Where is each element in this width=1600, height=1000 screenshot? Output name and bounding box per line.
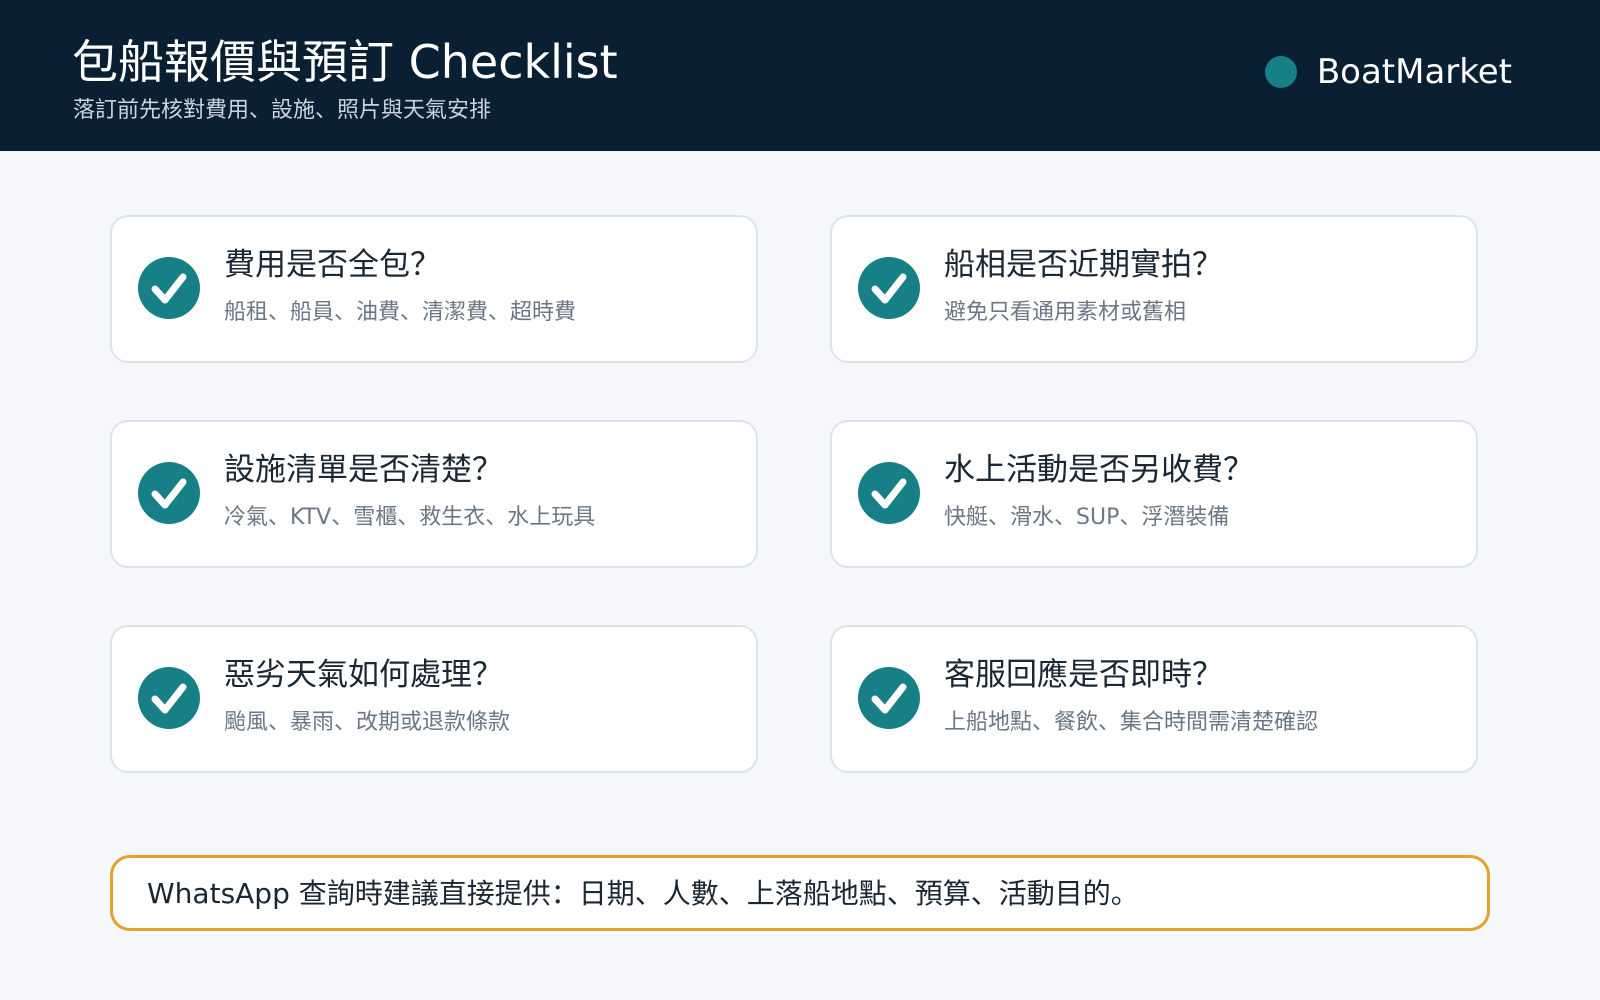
checklist-item-fees: 費用是否全包？ 船租、船員、油費、清潔費、超時費 bbox=[110, 215, 758, 363]
check-circle-icon bbox=[858, 257, 920, 319]
check-circle-icon bbox=[138, 667, 200, 729]
check-circle-icon bbox=[138, 462, 200, 524]
page-subtitle: 落訂前先核對費用、設施、照片與天氣安排 bbox=[73, 98, 492, 123]
checklist-item-title: 費用是否全包？ bbox=[224, 247, 441, 283]
header-bar: 包船報價與預訂 Checklist 落訂前先核對費用、設施、照片與天氣安排 Bo… bbox=[0, 0, 1600, 151]
checklist-item-desc: 船租、船員、油費、清潔費、超時費 bbox=[224, 300, 577, 325]
checklist-item-title: 惡劣天氣如何處理？ bbox=[224, 657, 503, 693]
checklist-item-title: 設施清單是否清楚？ bbox=[224, 452, 503, 488]
brand-dot-icon bbox=[1264, 56, 1297, 88]
checklist-item-desc: 颱風、暴雨、改期或退款條款 bbox=[224, 710, 511, 735]
checklist-item-desc: 冷氣、KTV、雪櫃、救生衣、水上玩具 bbox=[224, 505, 596, 530]
checklist-item-water-activities: 水上活動是否另收費？ 快艇、滑水、SUP、浮潛裝備 bbox=[830, 420, 1478, 568]
checklist-item-desc: 快艇、滑水、SUP、浮潛裝備 bbox=[944, 505, 1230, 530]
checklist-item-facilities: 設施清單是否清楚？ 冷氣、KTV、雪櫃、救生衣、水上玩具 bbox=[110, 420, 758, 568]
brand-name: BoatMarket bbox=[1316, 52, 1512, 92]
whatsapp-tip-box: WhatsApp 查詢時建議直接提供：日期、人數、上落船地點、預算、活動目的。 bbox=[110, 855, 1490, 931]
checklist-item-weather: 惡劣天氣如何處理？ 颱風、暴雨、改期或退款條款 bbox=[110, 625, 758, 773]
checklist-item-title: 船相是否近期實拍？ bbox=[944, 247, 1223, 283]
check-circle-icon bbox=[858, 667, 920, 729]
checklist-item-photos: 船相是否近期實拍？ 避免只看通用素材或舊相 bbox=[830, 215, 1478, 363]
checklist-item-support: 客服回應是否即時？ 上船地點、餐飲、集合時間需清楚確認 bbox=[830, 625, 1478, 773]
checklist-item-desc: 上船地點、餐飲、集合時間需清楚確認 bbox=[944, 710, 1319, 735]
brand-logo: BoatMarket bbox=[1264, 48, 1512, 96]
check-circle-icon bbox=[858, 462, 920, 524]
page-title: 包船報價與預訂 Checklist bbox=[72, 35, 618, 89]
checklist-item-title: 客服回應是否即時？ bbox=[944, 657, 1223, 693]
checklist-item-desc: 避免只看通用素材或舊相 bbox=[944, 300, 1187, 325]
checklist-item-title: 水上活動是否另收費？ bbox=[944, 452, 1254, 488]
whatsapp-tip-text: WhatsApp 查詢時建議直接提供：日期、人數、上落船地點、預算、活動目的。 bbox=[147, 877, 1139, 910]
check-circle-icon bbox=[138, 257, 200, 319]
